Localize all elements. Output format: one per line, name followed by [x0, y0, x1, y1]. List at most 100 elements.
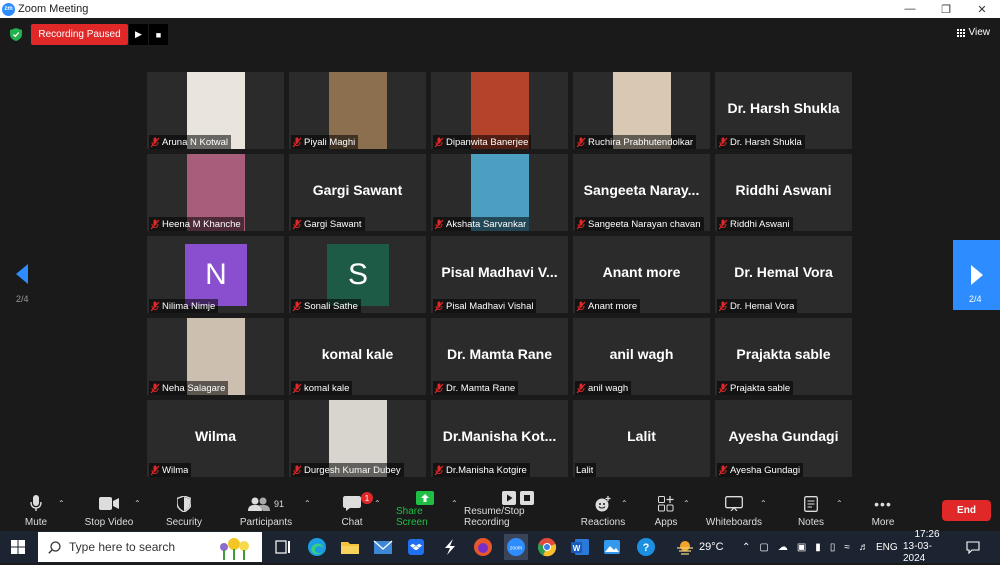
participant-tile[interactable]: anil wagh anil wagh	[573, 318, 710, 395]
participant-tile[interactable]: Pisal Madhavi V... Pisal Madhavi Vishal	[431, 236, 568, 313]
onedrive-cloud-icon[interactable]: ☁	[778, 542, 788, 553]
participant-tile[interactable]: Piyali Maghi	[289, 72, 426, 149]
windows-start-icon[interactable]	[11, 540, 25, 554]
participant-tile[interactable]: Durgesh Kumar Dubey	[289, 400, 426, 477]
participant-tile[interactable]: Dr. Harsh Shukla Dr. Harsh Shukla	[715, 72, 852, 149]
restore-icon[interactable]: ❐	[928, 0, 964, 18]
participant-tile[interactable]: komal kale komal kale	[289, 318, 426, 395]
dropbox-icon[interactable]	[406, 537, 426, 557]
participant-tile[interactable]: N Nilima Nimje	[147, 236, 284, 313]
share-screen-icon	[416, 491, 434, 505]
notes-button[interactable]: Notes	[796, 490, 826, 531]
reactions-options-caret[interactable]: ⌃	[621, 499, 628, 508]
photos-icon[interactable]	[602, 537, 622, 557]
resume-stop-recording-button[interactable]: Resume/Stop Recording	[464, 490, 572, 531]
participant-name-label: Ayesha Gundagi	[717, 463, 804, 477]
minimize-icon[interactable]: —	[892, 0, 928, 18]
stop-video-button[interactable]: Stop Video	[82, 490, 136, 531]
zoom-app-icon[interactable]: zoom	[504, 534, 528, 560]
notes-icon	[804, 495, 818, 512]
whiteboards-button[interactable]: Whiteboards	[704, 490, 764, 531]
security-button[interactable]: Security	[164, 490, 204, 531]
participant-name: Pisal Madhavi Vishal	[446, 300, 534, 312]
volume-icon[interactable]: ♬	[859, 542, 869, 553]
participant-tile[interactable]: Ayesha Gundagi Ayesha Gundagi	[715, 400, 852, 477]
muted-mic-icon	[434, 219, 444, 229]
weather-widget[interactable]: 29°C	[676, 531, 724, 563]
muted-mic-icon	[718, 137, 728, 147]
reactions-button[interactable]: Reactions	[580, 490, 626, 531]
participant-tile[interactable]: Ruchira Prabhutendolkar	[573, 72, 710, 149]
participant-tile[interactable]: Sangeeta Naray... Sangeeta Narayan chavan	[573, 154, 710, 231]
firefox-icon[interactable]	[473, 537, 493, 557]
usb-icon[interactable]: ▮	[815, 542, 821, 553]
chat-button[interactable]: 1 Chat	[336, 490, 373, 531]
whiteboards-options-caret[interactable]: ⌃	[760, 499, 767, 508]
share-options-caret[interactable]: ⌃	[451, 499, 458, 508]
battery-icon[interactable]: ▯	[830, 542, 836, 553]
weather-haze-icon	[677, 541, 693, 555]
display-icon[interactable]: ▣	[797, 542, 806, 553]
chat-options-caret[interactable]: ⌃	[374, 499, 381, 508]
chat-bubble-icon	[343, 496, 361, 511]
participants-label: Participants	[239, 517, 293, 528]
file-explorer-icon[interactable]	[340, 537, 360, 557]
participant-name: Aruna N Kotwal	[162, 136, 229, 148]
participant-tile[interactable]: Dipanwita Banerjee	[431, 72, 568, 149]
participant-tile[interactable]: Lalit Lalit	[573, 400, 710, 477]
wifi-icon[interactable]: ≈	[844, 542, 850, 553]
smiley-plus-icon	[595, 495, 611, 511]
taskbar-search-box[interactable]: Type here to search	[38, 532, 262, 562]
video-options-caret[interactable]: ⌃	[134, 499, 141, 508]
participant-tile[interactable]: Neha Salagare	[147, 318, 284, 395]
help-icon[interactable]: ?	[636, 537, 656, 557]
view-button[interactable]: View	[956, 27, 990, 38]
share-screen-button[interactable]: Share Screen	[396, 490, 454, 531]
participant-name: Dipanwita Banerjee	[446, 136, 529, 148]
mail-icon[interactable]	[373, 537, 393, 557]
resume-recording-button[interactable]: ▶	[129, 24, 148, 45]
participants-options-caret[interactable]: ⌃	[304, 499, 311, 508]
task-view-icon[interactable]	[273, 537, 293, 557]
notifications-icon[interactable]	[966, 531, 980, 563]
participant-tile[interactable]: Dr.Manisha Kot... Dr.Manisha Kotgire	[431, 400, 568, 477]
show-hidden-icons-chevron-icon[interactable]: ⌃	[742, 542, 750, 553]
muted-mic-icon	[150, 301, 160, 311]
meet-now-icon[interactable]: ▢	[759, 542, 768, 553]
more-button[interactable]: ••• More	[868, 490, 898, 531]
participant-tile[interactable]: Prajakta sable Prajakta sable	[715, 318, 852, 395]
chrome-icon[interactable]	[537, 537, 557, 557]
apps-options-caret[interactable]: ⌃	[683, 499, 690, 508]
participant-name: Dr. Harsh Shukla	[730, 136, 802, 148]
participants-button[interactable]: 91 Participants	[238, 490, 294, 531]
participant-tile[interactable]: Wilma Wilma	[147, 400, 284, 477]
participant-tile[interactable]: Dr. Hemal Vora Dr. Hemal Vora	[715, 236, 852, 313]
page-indicator-right: 2/4	[969, 294, 982, 304]
participant-tile[interactable]: Aruna N Kotwal	[147, 72, 284, 149]
clock-date: 13-03-2024	[903, 541, 932, 564]
participant-tile[interactable]: Anant more Anant more	[573, 236, 710, 313]
stop-recording-button[interactable]: ■	[149, 24, 168, 45]
next-page-button[interactable]: 2/4	[953, 240, 1000, 310]
participant-tile[interactable]: Akshata Sarvankar	[431, 154, 568, 231]
end-meeting-button[interactable]: End	[942, 500, 991, 521]
participant-tile[interactable]: Dr. Mamta Rane Dr. Mamta Rane	[431, 318, 568, 395]
close-icon[interactable]: ✕	[964, 0, 1000, 18]
clock[interactable]: 17:26 13-03-2024	[903, 529, 951, 564]
edge-browser-icon[interactable]	[307, 537, 327, 557]
participant-tile[interactable]: S Sonali Sathe	[289, 236, 426, 313]
app-s-icon[interactable]	[440, 537, 460, 557]
input-language[interactable]: ENG	[876, 531, 898, 563]
participant-tile[interactable]: Heena M Khanche	[147, 154, 284, 231]
mute-options-caret[interactable]: ⌃	[58, 499, 65, 508]
apps-button[interactable]: Apps	[652, 490, 680, 531]
muted-mic-icon	[434, 137, 444, 147]
muted-mic-icon	[718, 219, 728, 229]
muted-mic-icon	[718, 465, 728, 475]
notes-options-caret[interactable]: ⌃	[836, 499, 843, 508]
participant-tile[interactable]: Riddhi Aswani Riddhi Aswani	[715, 154, 852, 231]
word-icon[interactable]: W	[570, 537, 590, 557]
mute-button[interactable]: Mute	[20, 490, 52, 531]
participant-tile[interactable]: Gargi Sawant Gargi Sawant	[289, 154, 426, 231]
encryption-shield-icon[interactable]	[10, 28, 22, 41]
